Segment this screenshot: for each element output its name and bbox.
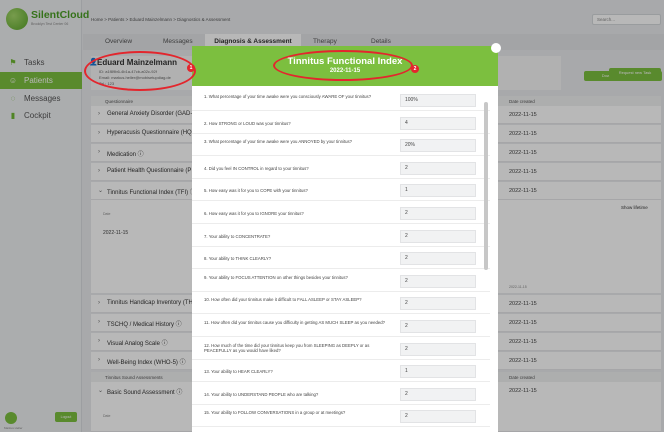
answer-field[interactable]: 2 [400, 274, 476, 288]
answer-field[interactable]: 2 [400, 410, 476, 424]
question-text: 14. Your ability to UNDERSTAND PEOPLE wh… [204, 391, 319, 397]
question-row: 8. Your ability to THINK CLEARLY? 2 [192, 248, 490, 270]
question-text: 4. Did you feel IN CONTROL in regard to … [204, 165, 309, 171]
answer-field[interactable]: 20% [400, 139, 476, 153]
question-text: 12. How much of the time did your tinnit… [204, 342, 370, 354]
question-text: 2. How STRONG or LOUD was your tinnitus? [204, 120, 291, 126]
answer-field[interactable]: 2 [400, 207, 476, 220]
question-text: 6. How easy was it for you to IGNORE you… [204, 211, 304, 216]
question-row: 13. Your ability to HEAR CLEARLY? 1 [192, 361, 490, 383]
answer-field[interactable]: 1 [400, 365, 476, 379]
question-text: 5. How easy was it for you to COPE with … [204, 188, 308, 194]
question-row: 11. How often did your tinnitus cause yo… [192, 316, 490, 337]
question-row: 2. How STRONG or LOUD was your tinnitus?… [192, 113, 490, 134]
question-row: 4. Did you feel IN CONTROL in regard to … [192, 158, 490, 179]
question-row: 6. How easy was it for you to IGNORE you… [192, 203, 490, 224]
tfi-modal: Tinnitus Functional Index 2022-11-15 1. … [192, 46, 498, 432]
question-row: 10. How often did your tinnitus make it … [192, 293, 490, 315]
question-text: 9. Your ability to FOCUS ATTENTION on ot… [204, 274, 348, 280]
answer-field[interactable]: 2 [400, 252, 476, 266]
question-text: 15. Your ability to FOLLOW CONVERSATIONS… [204, 410, 346, 416]
question-text: 7. Your ability to CONCENTRATE? [204, 233, 271, 239]
answer-field[interactable]: 2 [400, 297, 476, 311]
answer-field[interactable]: 2 [400, 342, 476, 356]
question-text: 13. Your ability to HEAR CLEARLY? [204, 369, 273, 375]
close-icon[interactable] [491, 43, 501, 53]
annotation-circle-title [273, 50, 413, 81]
annotation-badge-2: 2 [411, 65, 419, 73]
question-row: 9. Your ability to FOCUS ATTENTION on ot… [192, 271, 490, 292]
answer-field[interactable]: 2 [400, 320, 476, 333]
answer-field[interactable]: 4 [400, 116, 476, 130]
question-row: 12. How much of the time did your tinnit… [192, 339, 490, 360]
question-text: 1. What percentage of your time awake we… [204, 94, 372, 99]
answer-field[interactable]: 1 [400, 184, 476, 198]
annotation-circle-patient [84, 51, 196, 91]
answer-field[interactable]: 2 [400, 387, 476, 401]
question-text: 11. How often did your tinnitus cause yo… [204, 320, 386, 325]
question-row: 3. What percentage of your time awake we… [192, 135, 490, 157]
answer-field[interactable]: 2 [400, 229, 476, 243]
question-text: 3. What percentage of your time awake we… [204, 139, 353, 145]
question-row: 1. What percentage of your time awake we… [192, 90, 490, 111]
question-text: 10. How often did your tinnitus make it … [204, 297, 362, 303]
modal-scrollbar[interactable] [484, 102, 488, 270]
question-row: 14. Your ability to UNDERSTAND PEOPLE wh… [192, 384, 490, 405]
question-row: 7. Your ability to CONCENTRATE? 2 [192, 226, 490, 247]
answer-field[interactable]: 100% [400, 94, 476, 107]
question-text: 8. Your ability to THINK CLEARLY? [204, 256, 272, 262]
answer-field[interactable]: 2 [400, 161, 476, 175]
annotation-badge-1: 1 [187, 64, 195, 72]
question-row: 5. How easy was it for you to COPE with … [192, 180, 490, 202]
question-row: 15. Your ability to FOLLOW CONVERSATIONS… [192, 406, 490, 428]
